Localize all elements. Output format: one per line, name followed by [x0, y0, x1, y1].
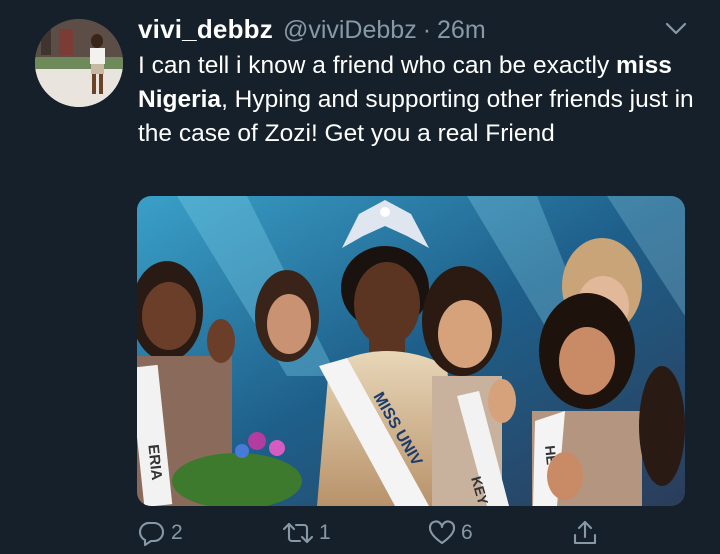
avatar[interactable] — [35, 19, 123, 107]
tweet-timestamp[interactable]: 26m — [437, 16, 486, 45]
retweet-icon — [282, 522, 314, 544]
tweet-media-image[interactable]: ERIA MISS UNIV KEY HE — [137, 196, 685, 506]
reply-count: 2 — [171, 521, 183, 544]
heart-icon — [428, 520, 456, 545]
display-name[interactable]: vivi_debbz — [138, 14, 273, 45]
tweet-text-part1: I can tell i know a friend who can be ex… — [138, 52, 617, 79]
reply-button[interactable]: 2 — [137, 515, 183, 551]
tweet[interactable]: vivi_debbz @viviDebbz · 26m I can tell i… — [0, 0, 720, 554]
pageant-photo: ERIA MISS UNIV KEY HE — [137, 196, 685, 506]
tweet-text: I can tell i know a friend who can be ex… — [138, 49, 698, 151]
tweet-actions: 2 1 6 — [0, 515, 720, 551]
share-icon — [573, 520, 597, 545]
share-button[interactable] — [570, 515, 600, 551]
retweet-count: 1 — [319, 521, 331, 544]
chevron-down-icon[interactable] — [665, 22, 687, 36]
tweet-header: vivi_debbz @viviDebbz · 26m — [138, 14, 486, 50]
separator-dot: · — [422, 16, 432, 44]
tweet-text-part2: , Hyping and supporting other friends ju… — [138, 86, 694, 147]
avatar-image — [35, 19, 123, 107]
user-handle[interactable]: @viviDebbz — [283, 16, 417, 45]
reply-icon — [139, 521, 165, 547]
retweet-button[interactable]: 1 — [281, 515, 331, 551]
like-button[interactable]: 6 — [427, 515, 473, 551]
like-count: 6 — [461, 521, 473, 544]
